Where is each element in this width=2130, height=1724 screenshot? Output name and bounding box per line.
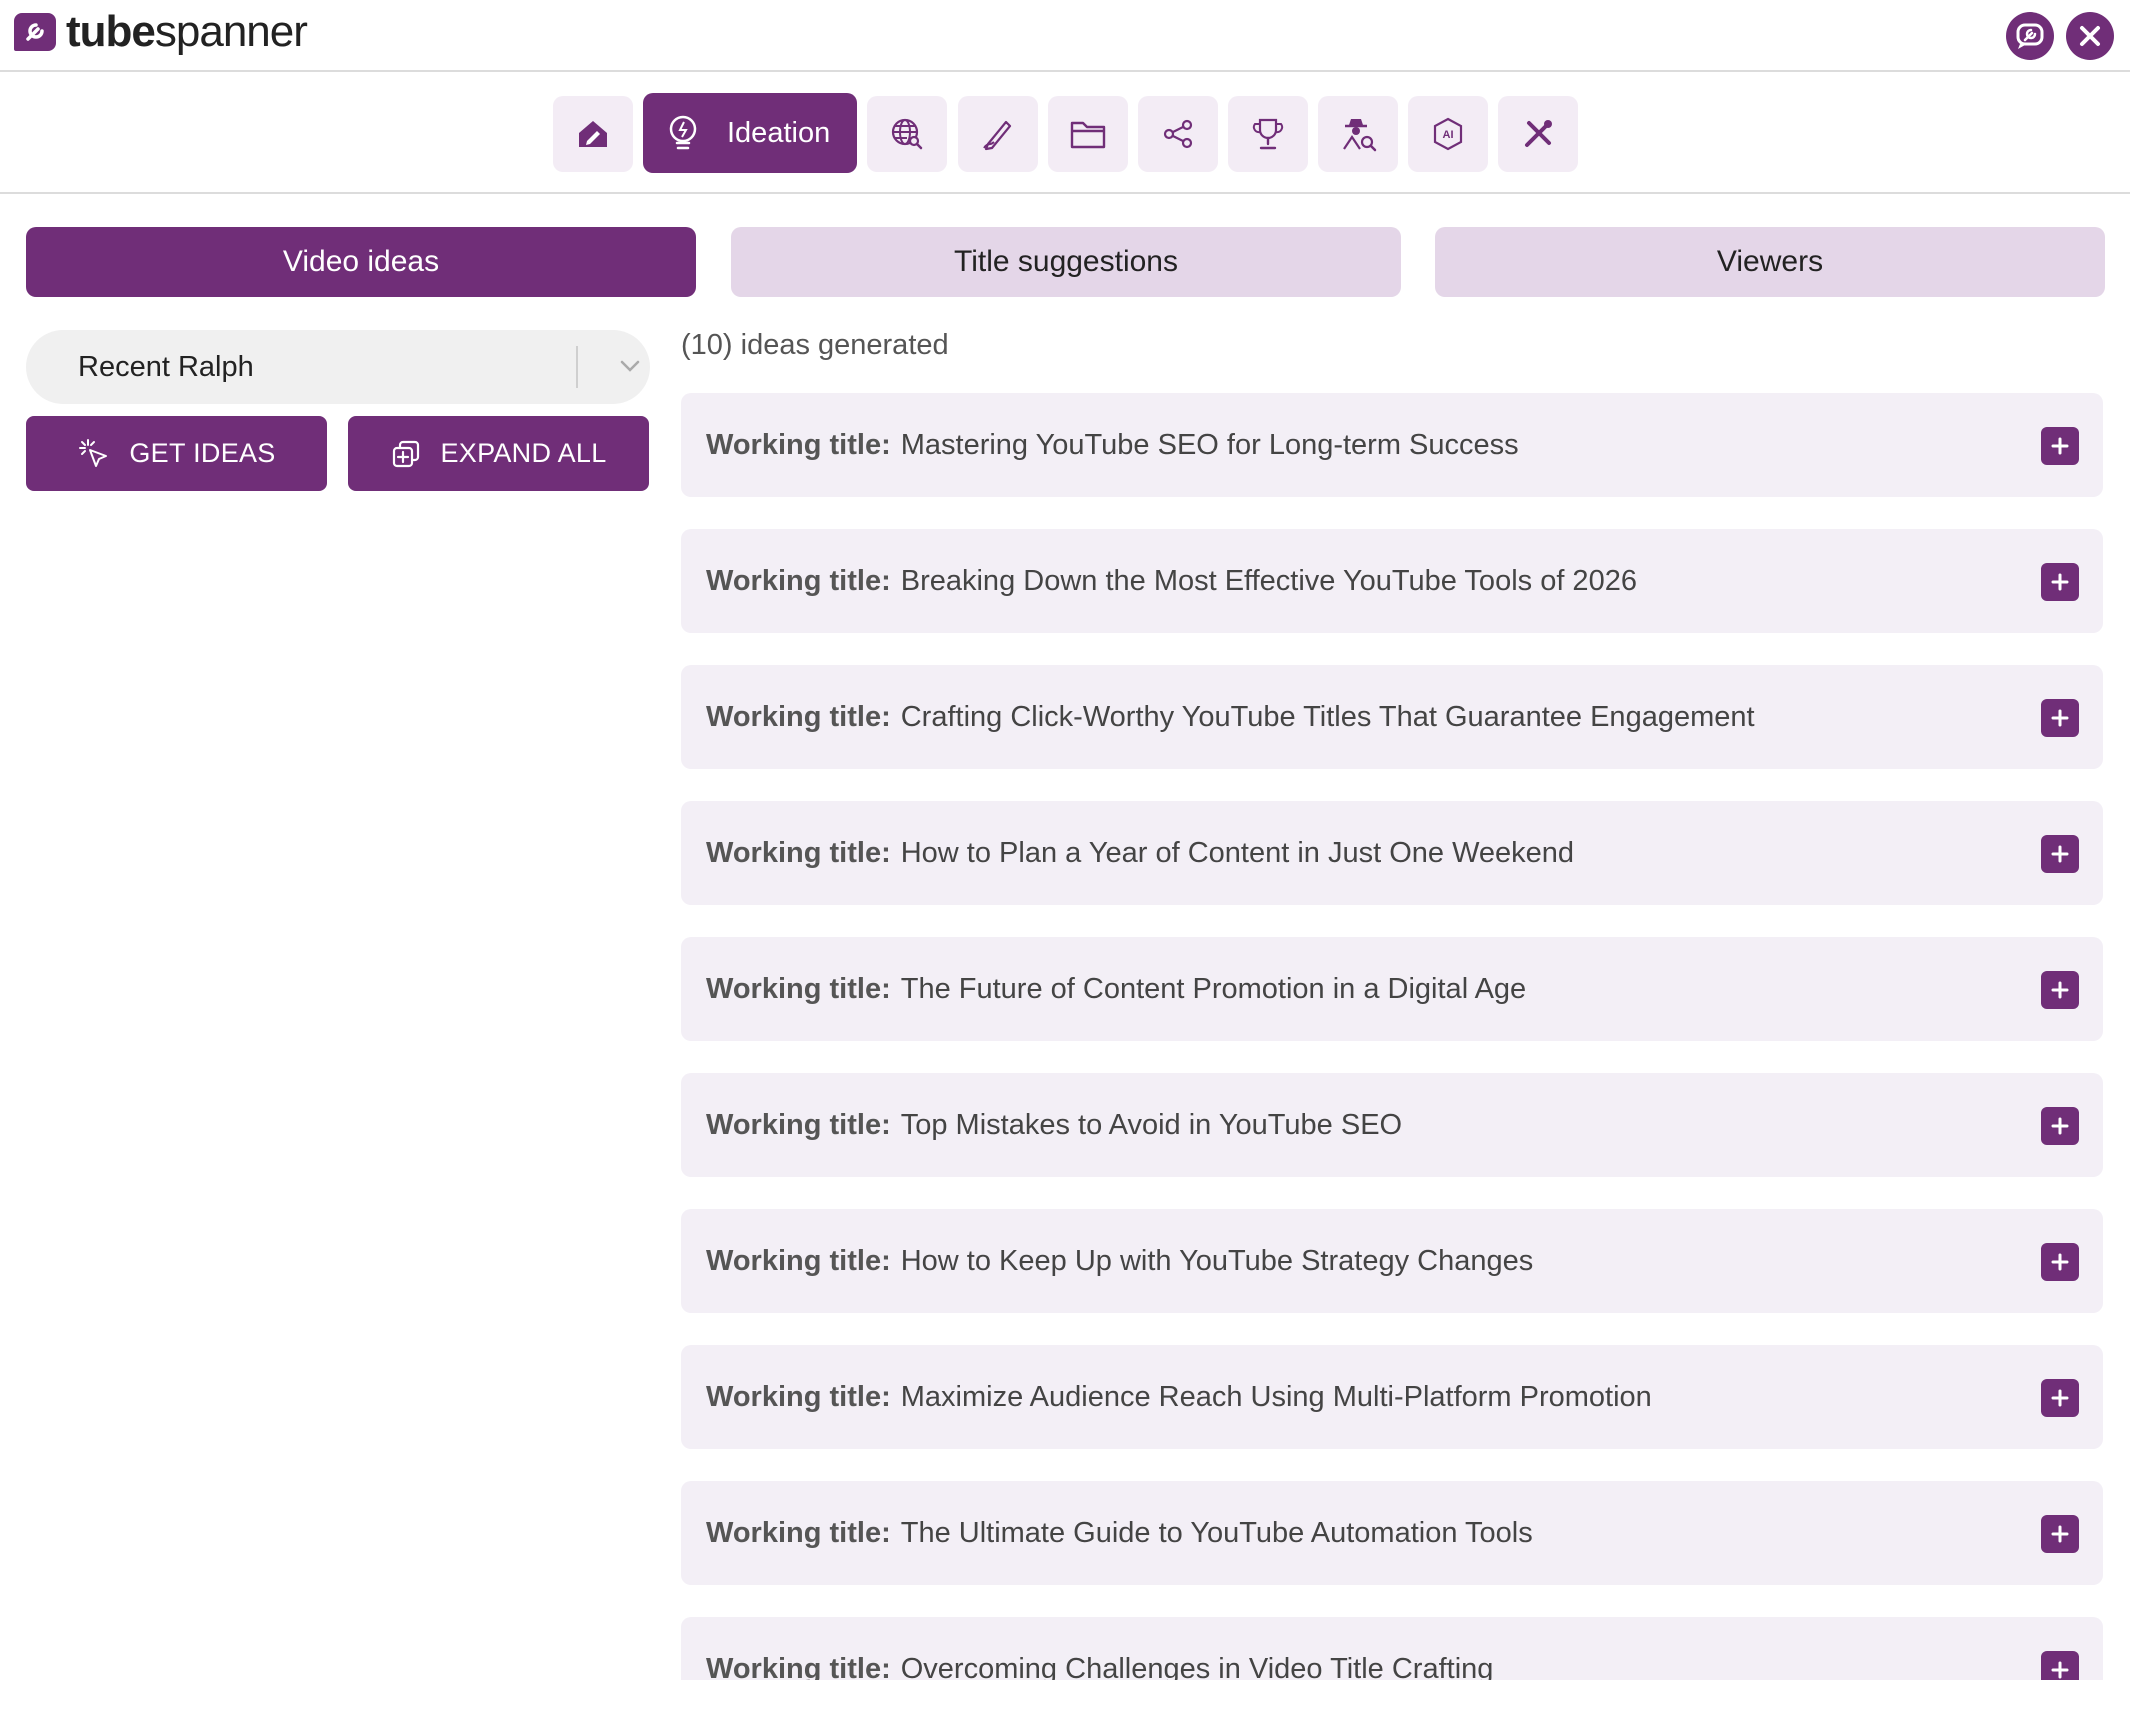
toolbar-tools-button[interactable]	[1498, 96, 1578, 172]
plus-icon	[2051, 981, 2069, 999]
idea-item[interactable]: Working title: How to Plan a Year of Con…	[681, 801, 2103, 905]
idea-label: Working title:	[706, 1652, 891, 1681]
idea-title: Breaking Down the Most Effective YouTube…	[900, 564, 1637, 597]
plus-icon	[2051, 1525, 2069, 1543]
expand-idea-button[interactable]	[2041, 1243, 2079, 1281]
ideas-list: Working title: Mastering YouTube SEO for…	[0, 380, 2130, 1680]
chevron-down-icon	[620, 360, 640, 372]
toolbar-share-button[interactable]	[1138, 96, 1218, 172]
tab-title-suggestions[interactable]: Title suggestions	[731, 227, 1401, 297]
expand-idea-button[interactable]	[2041, 563, 2079, 601]
idea-title: How to Plan a Year of Content in Just On…	[900, 836, 1575, 869]
main-toolbar: Ideation AI	[0, 74, 2130, 194]
idea-label: Working title:	[706, 836, 891, 869]
idea-label: Working title:	[706, 564, 891, 597]
toolbar-ai-button[interactable]: AI	[1408, 96, 1488, 172]
idea-title: Crafting Click-Worthy YouTube Titles Tha…	[900, 700, 1755, 733]
toolbar-write-button[interactable]	[958, 96, 1038, 172]
app-header: tubespanner	[0, 0, 2130, 72]
idea-label: Working title:	[706, 1244, 891, 1277]
share-icon	[1163, 119, 1193, 149]
tools-icon	[1525, 120, 1552, 147]
close-button[interactable]	[2066, 12, 2114, 60]
toolbar-competitor-button[interactable]	[1318, 96, 1398, 172]
plus-icon	[2051, 1661, 2069, 1679]
pen-icon	[983, 120, 1012, 151]
spy-search-icon	[1343, 119, 1377, 152]
idea-title: How to Keep Up with YouTube Strategy Cha…	[900, 1244, 1534, 1277]
expand-idea-button[interactable]	[2041, 1651, 2079, 1680]
close-icon	[2080, 26, 2100, 46]
idea-label: Working title:	[706, 428, 891, 461]
idea-item[interactable]: Working title: Overcoming Challenges in …	[681, 1617, 2103, 1680]
tab-video-ideas[interactable]: Video ideas	[26, 227, 696, 297]
expand-idea-button[interactable]	[2041, 1379, 2079, 1417]
expand-idea-button[interactable]	[2041, 1107, 2079, 1145]
expand-idea-button[interactable]	[2041, 971, 2079, 1009]
logo: tubespanner	[14, 7, 308, 56]
globe-search-icon	[891, 118, 923, 150]
idea-title: Overcoming Challenges in Video Title Cra…	[900, 1652, 1494, 1681]
expand-idea-button[interactable]	[2041, 699, 2079, 737]
expand-idea-button[interactable]	[2041, 835, 2079, 873]
tab-viewers[interactable]: Viewers	[1435, 227, 2105, 297]
idea-label: Working title:	[706, 1108, 891, 1141]
plus-icon	[2051, 437, 2069, 455]
trophy-icon	[1252, 118, 1284, 150]
idea-title: The Ultimate Guide to YouTube Automation…	[900, 1516, 1533, 1549]
svg-text:AI: AI	[1443, 129, 1454, 141]
toolbar-globe-search-button[interactable]	[867, 96, 947, 172]
plus-icon	[2051, 1117, 2069, 1135]
ideas-count: (10) ideas generated	[681, 329, 949, 361]
channel-select-value: Recent Ralph	[78, 350, 254, 383]
spanner-chat-icon	[2016, 23, 2044, 49]
idea-item[interactable]: Working title: Top Mistakes to Avoid in …	[681, 1073, 2103, 1177]
toolbar-folder-button[interactable]	[1048, 96, 1128, 172]
toolbar-home-button[interactable]	[553, 96, 633, 172]
home-edit-icon	[579, 121, 607, 147]
toolbar-ideation-button[interactable]: Ideation	[643, 93, 857, 173]
idea-item[interactable]: Working title: Mastering YouTube SEO for…	[681, 393, 2103, 497]
toolbar-trophy-button[interactable]	[1228, 96, 1308, 172]
expand-idea-button[interactable]	[2041, 1515, 2079, 1553]
plus-icon	[2051, 573, 2069, 591]
tubespanner-app: tubespanner Ideation AI Video ideas Titl…	[0, 0, 2130, 1724]
folder-icon	[1070, 121, 1106, 149]
lightbulb-icon	[669, 115, 697, 150]
idea-item[interactable]: Working title: How to Keep Up with YouTu…	[681, 1209, 2103, 1313]
idea-item[interactable]: Working title: Crafting Click-Worthy You…	[681, 665, 2103, 769]
idea-item[interactable]: Working title: Breaking Down the Most Ef…	[681, 529, 2103, 633]
idea-item[interactable]: Working title: The Future of Content Pro…	[681, 937, 2103, 1041]
app-switch-button[interactable]	[2006, 12, 2054, 60]
plus-icon	[2051, 845, 2069, 863]
logo-mark-icon	[14, 13, 56, 51]
plus-icon	[2051, 1389, 2069, 1407]
logo-text: tubespanner	[66, 7, 308, 56]
idea-title: The Future of Content Promotion in a Dig…	[900, 972, 1527, 1005]
idea-label: Working title:	[706, 972, 891, 1005]
idea-item[interactable]: Working title: Maximize Audience Reach U…	[681, 1345, 2103, 1449]
expand-idea-button[interactable]	[2041, 427, 2079, 465]
plus-icon	[2051, 1253, 2069, 1271]
idea-label: Working title:	[706, 1380, 891, 1413]
idea-title: Mastering YouTube SEO for Long-term Succ…	[900, 428, 1519, 461]
idea-title: Top Mistakes to Avoid in YouTube SEO	[900, 1108, 1403, 1141]
plus-icon	[2051, 709, 2069, 727]
idea-label: Working title:	[706, 700, 891, 733]
idea-title: Maximize Audience Reach Using Multi-Plat…	[900, 1380, 1652, 1413]
ai-chip-icon: AI	[1433, 117, 1463, 151]
toolbar-ideation-label: Ideation	[727, 116, 831, 149]
idea-item[interactable]: Working title: The Ultimate Guide to You…	[681, 1481, 2103, 1585]
idea-label: Working title:	[706, 1516, 891, 1549]
